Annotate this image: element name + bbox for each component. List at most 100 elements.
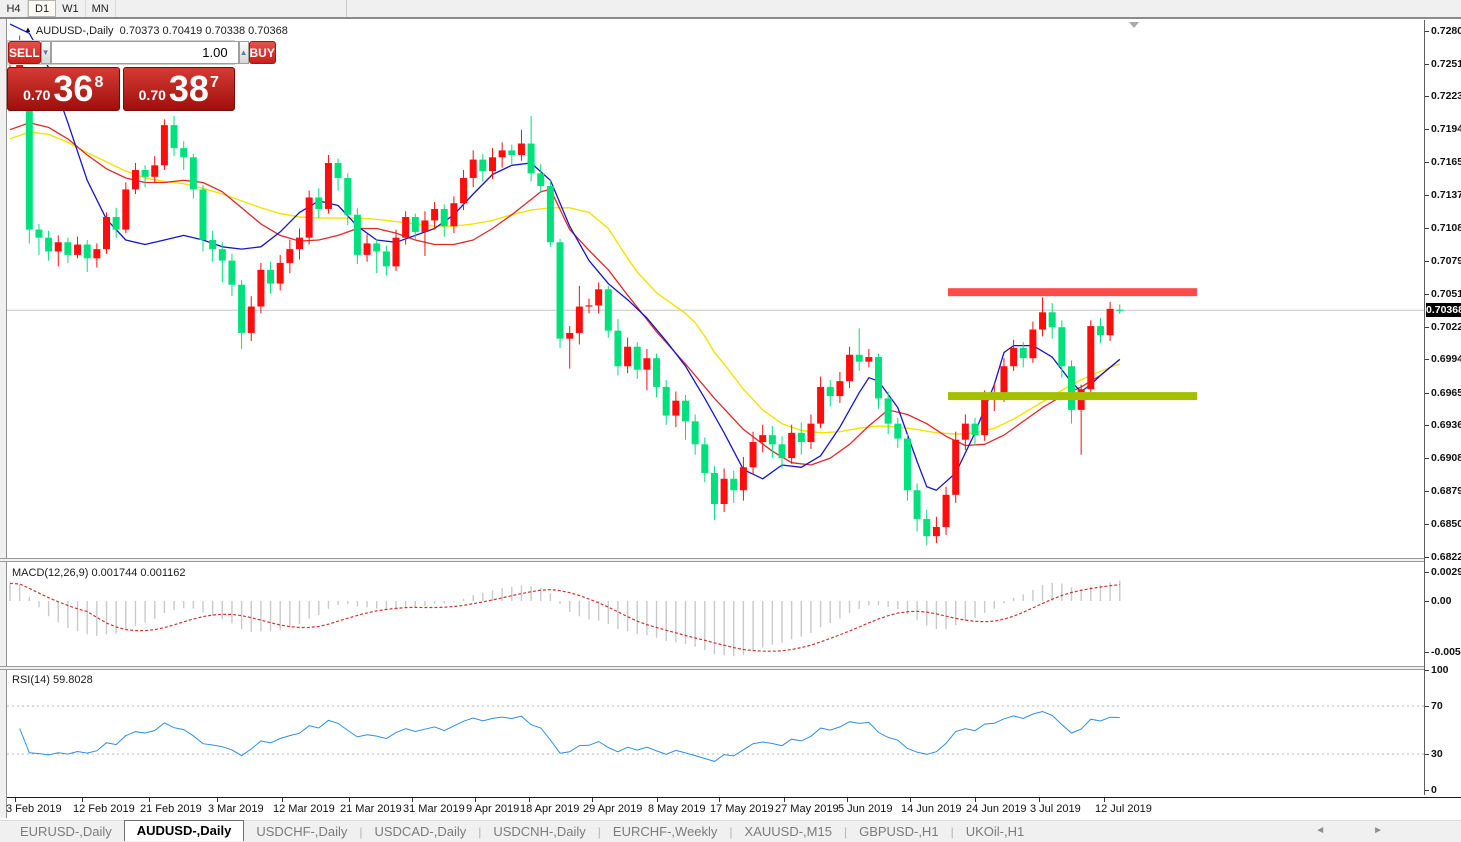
macd-indicator-label: MACD(12,26,9) 0.001744 0.001162 xyxy=(12,567,185,579)
price-tick-label: 0.70225 xyxy=(1431,321,1461,333)
date-label: 17 May 2019 xyxy=(710,803,774,815)
chart-shift-marker-icon[interactable] xyxy=(1129,22,1139,28)
date-label: 12 Mar 2019 xyxy=(273,803,335,815)
price-tick-tick xyxy=(1425,491,1429,492)
buy-price-display[interactable]: 0.70 38 7 xyxy=(123,67,236,111)
volume-input[interactable] xyxy=(51,41,239,64)
rsi-chart-canvas[interactable] xyxy=(7,670,1424,795)
chart-title: ▲AUDUSD-,Daily 0.70373 0.70419 0.70338 0… xyxy=(24,25,288,37)
tab-eurchf-weekly[interactable]: EURCHF-,Weekly xyxy=(601,823,730,840)
timeframe-button-mn[interactable]: MN xyxy=(86,0,116,17)
date-tick xyxy=(349,798,350,802)
buy-price-point: 7 xyxy=(210,74,219,92)
rsi-line xyxy=(20,712,1120,762)
price-tick-label: 0.70795 xyxy=(1431,255,1461,267)
resistance-line xyxy=(948,288,1197,296)
date-tick xyxy=(784,798,785,802)
timeframe-button-h4[interactable]: H4 xyxy=(0,0,28,17)
macd-values: 0.001744 0.001162 xyxy=(91,567,185,579)
sell-price-display[interactable]: 0.70 36 8 xyxy=(7,67,120,111)
macd-chart-canvas[interactable] xyxy=(7,562,1424,666)
date-label: 9 Apr 2019 xyxy=(466,803,519,815)
date-label: 21 Mar 2019 xyxy=(340,803,402,815)
tab-usdchf-daily[interactable]: USDCHF-,Daily xyxy=(244,823,359,840)
price-tick-label: 0.69650 xyxy=(1431,387,1461,399)
tab-eurusd-daily[interactable]: EURUSD-,Daily xyxy=(8,823,124,840)
price-tick-tick xyxy=(1425,557,1429,558)
date-tick xyxy=(529,798,530,802)
chevron-down-icon: ▼ xyxy=(42,48,50,57)
timeframe-button-d1[interactable]: D1 xyxy=(28,0,56,17)
tab-scroll-right-icon[interactable]: ► xyxy=(1373,825,1383,836)
one-click-trading-widget: SELL ▼ ▲ BUY 0.70 36 8 0.70 38 7 xyxy=(7,40,235,111)
price-tick-tick xyxy=(1425,96,1429,97)
sell-button[interactable]: SELL xyxy=(8,41,41,64)
current-price-badge: 0.70368 xyxy=(1426,303,1461,317)
tab-xauusd-m15[interactable]: XAUUSD-,M15 xyxy=(733,823,844,840)
sell-price-pips: 36 xyxy=(53,72,93,106)
price-tick-label: 0.69365 xyxy=(1431,419,1461,431)
date-label: 24 Jun 2019 xyxy=(966,803,1027,815)
volume-increase-button[interactable]: ▲ xyxy=(239,41,249,64)
date-label: 14 Jun 2019 xyxy=(901,803,962,815)
price-tick-tick xyxy=(1425,129,1429,130)
one-click-panel-toggle-icon[interactable]: ▲ xyxy=(24,25,32,34)
toolbar-separator xyxy=(346,0,347,17)
date-tick xyxy=(15,798,16,802)
price-tick-label: 0.71085 xyxy=(1431,222,1461,234)
buy-price-prefix: 0.70 xyxy=(139,87,166,103)
sell-price-prefix: 0.70 xyxy=(23,87,50,103)
support-line xyxy=(948,392,1197,400)
macd-tick-label: 0.00 xyxy=(1431,595,1451,607)
price-axis[interactable]: 0.70368 0.728000.725150.722300.719450.71… xyxy=(1424,20,1461,795)
sell-price-point: 8 xyxy=(94,74,103,92)
tab-usdcad-daily[interactable]: USDCAD-,Daily xyxy=(362,823,478,840)
trading-terminal: H4D1W1MN ▲AUDUSD-,Daily 0.70373 0.70419 … xyxy=(0,0,1461,842)
date-tick xyxy=(217,798,218,802)
date-label: 27 May 2019 xyxy=(775,803,839,815)
price-tick-tick xyxy=(1425,359,1429,360)
tab-scroll-left-icon[interactable]: ◄ xyxy=(1315,825,1325,836)
date-label: 21 Feb 2019 xyxy=(140,803,202,815)
rsi-tick-label: 0 xyxy=(1431,784,1437,796)
buy-button[interactable]: BUY xyxy=(249,41,276,64)
date-tick xyxy=(592,798,593,802)
date-label: 8 May 2019 xyxy=(648,803,705,815)
price-tick-tick xyxy=(1425,195,1429,196)
macd-tick-tick xyxy=(1425,572,1429,573)
window-left-border xyxy=(0,19,7,818)
rsi-indicator-label: RSI(14) 59.8028 xyxy=(12,674,93,686)
chevron-up-icon: ▲ xyxy=(240,48,248,57)
date-tick xyxy=(1104,798,1105,802)
date-label: 3 Feb 2019 xyxy=(6,803,62,815)
timeframe-toolbar: H4D1W1MN xyxy=(0,0,1461,19)
price-tick-tick xyxy=(1425,294,1429,295)
price-tick-label: 0.69940 xyxy=(1431,353,1461,365)
price-tick-tick xyxy=(1425,327,1429,328)
macd-tick-tick xyxy=(1425,601,1429,602)
tab-ukoil-h1[interactable]: UKOil-,H1 xyxy=(954,823,1037,840)
tab-usdcnh-daily[interactable]: USDCNH-,Daily xyxy=(481,823,597,840)
date-tick xyxy=(1039,798,1040,802)
date-tick xyxy=(975,798,976,802)
rsi-tick-tick xyxy=(1425,706,1429,707)
date-label: 29 Apr 2019 xyxy=(583,803,642,815)
date-axis[interactable]: 3 Feb 201912 Feb 201921 Feb 20193 Mar 20… xyxy=(7,797,1461,820)
rsi-tick-tick xyxy=(1425,754,1429,755)
tab-gbpusd-h1[interactable]: GBPUSD-,H1 xyxy=(847,823,950,840)
rsi-tick-label: 100 xyxy=(1431,664,1449,676)
price-tick-tick xyxy=(1425,524,1429,525)
timeframe-button-w1[interactable]: W1 xyxy=(56,0,86,17)
tab-audusd-daily[interactable]: AUDUSD-,Daily xyxy=(124,820,245,841)
chart-tab-bar: EURUSD-,DailyAUDUSD-,DailyUSDCHF-,Daily|… xyxy=(0,820,1461,842)
price-tick-tick xyxy=(1425,228,1429,229)
date-label: 3 Mar 2019 xyxy=(208,803,264,815)
date-tick xyxy=(82,798,83,802)
volume-decrease-button[interactable]: ▼ xyxy=(41,41,51,64)
price-tick-tick xyxy=(1425,31,1429,32)
date-tick xyxy=(412,798,413,802)
chart-symbol-label: AUDUSD-,Daily xyxy=(36,25,114,37)
macd-signal-line xyxy=(10,583,1120,651)
date-tick xyxy=(149,798,150,802)
price-tick-tick xyxy=(1425,425,1429,426)
